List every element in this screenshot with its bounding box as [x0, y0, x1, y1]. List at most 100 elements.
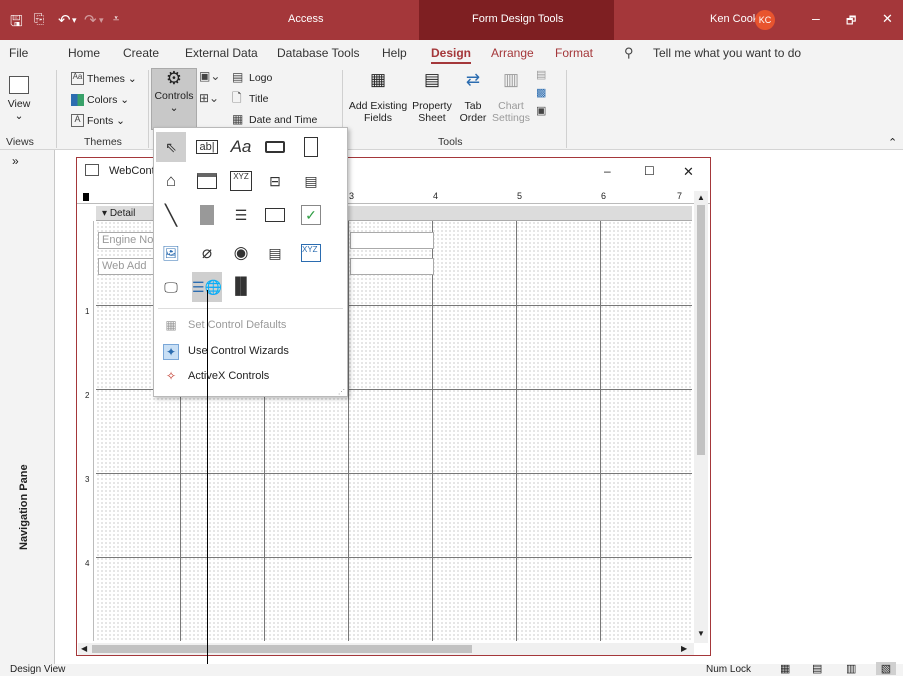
ruler-number: 5 [517, 191, 523, 201]
tab-external-data[interactable]: External Data [185, 46, 258, 60]
form-minimize-button[interactable]: – [604, 164, 611, 178]
datasheet-view-status-icon[interactable]: ▤ [812, 662, 822, 675]
option-button-icon[interactable]: ◉ [226, 238, 256, 268]
property-sheet-button[interactable]: ▤ Property Sheet [409, 71, 455, 124]
layout-view-status-icon[interactable]: ▥ [846, 662, 856, 675]
rectangle-control-icon[interactable] [260, 200, 290, 230]
view-code-icon[interactable]: ▩ [536, 88, 546, 99]
attachment-icon[interactable]: ⌀ [192, 238, 222, 268]
subform-control-icon[interactable]: ▤ [260, 238, 290, 268]
convert-macros-icon[interactable]: ▣ [536, 106, 546, 117]
tab-design[interactable]: Design [431, 46, 472, 64]
chart-control-icon[interactable]: ▐▌ [226, 272, 256, 302]
textbox-control-icon[interactable]: ab| [192, 132, 222, 162]
form-view-status-icon[interactable]: ▦ [780, 662, 790, 675]
undo-dropdown-icon[interactable]: ▾ [72, 15, 77, 26]
form-view-icon[interactable]: ⎘ [34, 11, 44, 27]
collapse-ribbon-icon[interactable]: ⌃ [888, 136, 897, 149]
themes-icon: Aa [71, 72, 84, 85]
combo-box-icon[interactable]: ▤ [296, 166, 326, 196]
close-button[interactable]: ✕ [882, 11, 893, 27]
web-address-label[interactable]: Web Add [98, 258, 158, 275]
controls-button[interactable]: ⚙ Controls ⌄ [151, 68, 197, 130]
web-address-textbox[interactable] [350, 258, 434, 275]
add-existing-label-2: Fields [363, 112, 392, 124]
option-group-icon[interactable]: XYZ [226, 166, 256, 196]
grid-line [96, 473, 692, 474]
colors-button[interactable]: Colors ⌄ [87, 94, 129, 106]
fonts-icon: A [71, 114, 84, 127]
check-box-icon[interactable]: ✓ [296, 200, 326, 230]
toggle-button-icon[interactable] [192, 200, 222, 230]
tab-file[interactable]: File [9, 46, 28, 60]
add-fields-icon: ▦ [369, 70, 387, 89]
insert-page-break-icon[interactable]: ⊞⌄ [199, 92, 219, 104]
chevron-down-icon: ⌄ [169, 102, 179, 114]
resize-grip-icon[interactable]: ⋰ [338, 388, 345, 396]
form-icon [85, 164, 99, 176]
activex-controls-item[interactable]: ✧ ActiveX Controls [154, 365, 347, 389]
chevron-down-icon: ⌄ [14, 110, 24, 122]
page-break-icon[interactable]: ⊟ [260, 166, 290, 196]
tab-order-button[interactable]: ⇄ Tab Order [456, 71, 490, 124]
search-icon: ⚲ [624, 45, 634, 60]
view-button[interactable]: View ⌄ [6, 72, 32, 122]
vruler-number: 3 [85, 475, 90, 484]
insert-image-icon[interactable]: ▣⌄ [199, 70, 220, 82]
select-pointer-icon[interactable]: ⇖ [156, 132, 186, 162]
tab-home[interactable]: Home [68, 46, 100, 60]
expand-nav-icon[interactable]: » [12, 154, 19, 168]
scroll-right-icon[interactable]: ▶ [681, 644, 687, 653]
form-maximize-button[interactable]: ☐ [644, 164, 655, 178]
user-name[interactable]: Ken Cook [710, 13, 758, 25]
label-control-icon[interactable]: Aa [226, 132, 256, 162]
scroll-left-icon[interactable]: ◀ [81, 644, 87, 653]
user-avatar[interactable]: KC [755, 10, 775, 30]
hscrollbar-thumb[interactable] [92, 645, 472, 653]
navigation-control-icon[interactable] [192, 166, 222, 196]
tab-help[interactable]: Help [382, 46, 407, 60]
title-button[interactable]: Title [249, 93, 268, 105]
vruler-number: 2 [85, 391, 90, 400]
scroll-up-icon[interactable]: ▲ [697, 193, 705, 202]
image-control-icon[interactable]: 🖵 [156, 272, 186, 302]
customize-qat-icon[interactable]: ⩡ [113, 13, 119, 26]
tell-me-box[interactable]: Tell me what you want to do [653, 46, 801, 60]
date-time-button[interactable]: Date and Time [249, 114, 317, 126]
vertical-scrollbar[interactable]: ▲ ▼ [694, 191, 708, 643]
tab-control-icon[interactable] [296, 132, 326, 162]
line-control-icon[interactable]: ╲ [156, 200, 186, 230]
list-box-icon[interactable]: ☰ [226, 200, 256, 230]
menu-item-label: ActiveX Controls [188, 370, 270, 382]
button-control-icon[interactable] [260, 132, 290, 162]
form-close-button[interactable]: ✕ [683, 164, 694, 180]
fonts-button[interactable]: Fonts ⌄ [87, 115, 125, 127]
group-tools: Tools [438, 136, 463, 148]
minimize-button[interactable]: – [812, 10, 820, 26]
form-selector[interactable] [83, 193, 89, 201]
tab-create[interactable]: Create [123, 46, 159, 60]
engine-no-label[interactable]: Engine No [98, 232, 158, 249]
unbound-object-frame-icon[interactable]: 🖼 [156, 238, 186, 268]
subform-icon: ▤ [536, 69, 547, 81]
themes-button[interactable]: Themes ⌄ [87, 73, 137, 85]
horizontal-scrollbar[interactable]: ◀ ▶ [78, 643, 694, 655]
design-view-status-icon[interactable]: ▧ [876, 662, 896, 675]
engine-no-textbox[interactable] [350, 232, 434, 249]
tab-database-tools[interactable]: Database Tools [277, 46, 360, 60]
logo-button[interactable]: Logo [249, 72, 272, 84]
use-control-wizards-item[interactable]: ✦ Use Control Wizards [154, 340, 347, 364]
scrollbar-thumb[interactable] [697, 205, 705, 455]
tab-format[interactable]: Format [555, 46, 593, 60]
bound-object-frame-icon[interactable]: XYZ [296, 238, 326, 268]
undo-icon[interactable]: ↶ [58, 11, 71, 29]
hyperlink-control-icon[interactable]: ⌂ [156, 166, 186, 196]
add-existing-fields-button[interactable]: ▦ Add Existing Fields [348, 70, 408, 124]
restore-button[interactable]: 🗗 [846, 12, 856, 31]
group-views: Views [6, 136, 34, 148]
scroll-down-icon[interactable]: ▼ [697, 629, 705, 638]
navigation-pane-label[interactable]: Navigation Pane [18, 464, 30, 550]
grid-line [600, 221, 601, 641]
tab-arrange[interactable]: Arrange [491, 46, 534, 60]
save-icon[interactable]: 🖫 [10, 11, 23, 36]
